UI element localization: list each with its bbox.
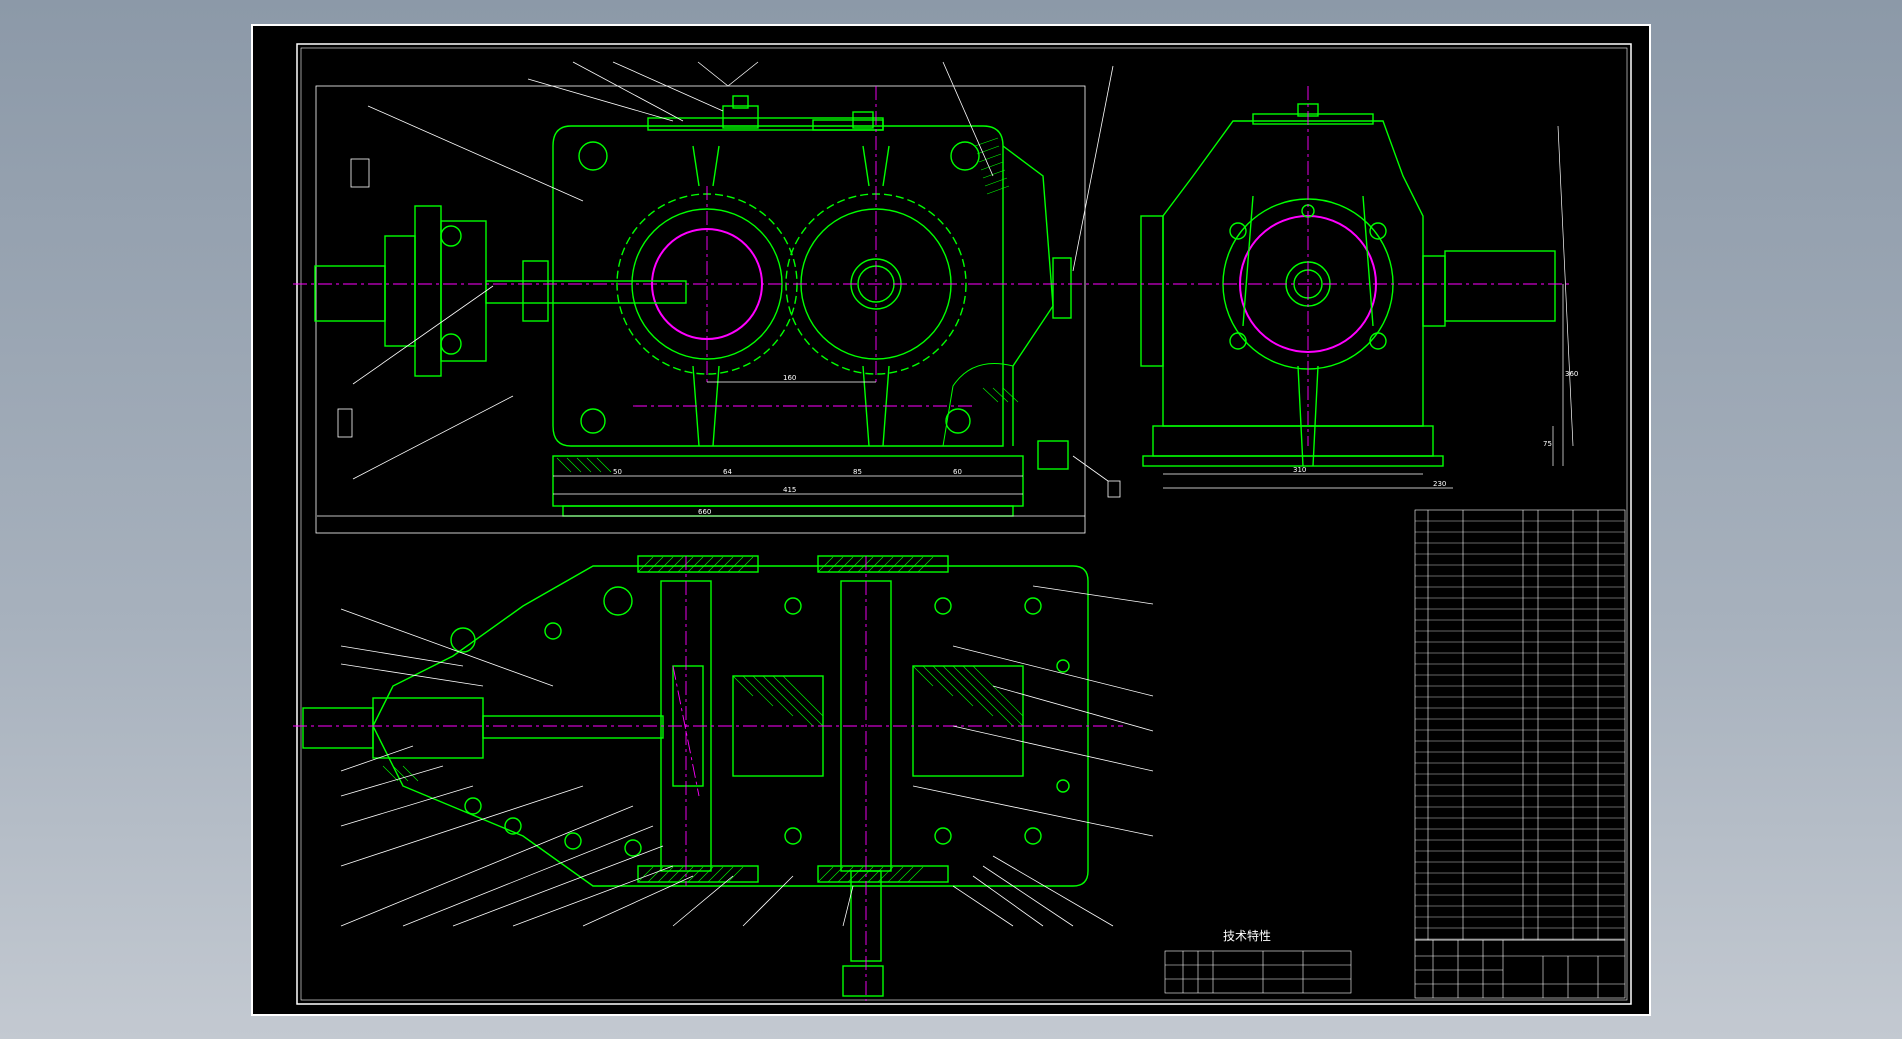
side-view	[1140, 103, 1556, 467]
dim-side-offset: 230	[1433, 480, 1446, 488]
dim-side-small: 75	[1543, 440, 1552, 448]
tech-spec-table	[1164, 950, 1352, 994]
section-view	[302, 555, 1089, 997]
dim-base-2: 64	[723, 468, 732, 476]
side-dimensions	[1163, 125, 1574, 489]
assembly-drawing: 660 415 160 50 64 85 60 310 230 360 75 技…	[293, 43, 1632, 1005]
dim-base-1: 50	[613, 468, 622, 476]
side-dimension-text: 310 230 360 75	[1293, 370, 1578, 488]
dim-side-height: 360	[1565, 370, 1578, 378]
dim-base-3: 85	[853, 468, 862, 476]
front-view-hatch	[556, 137, 1019, 473]
cad-viewer: 660 415 160 50 64 85 60 310 230 360 75 技…	[0, 0, 1902, 1039]
front-dimensions	[317, 381, 1085, 517]
title-block	[1414, 939, 1626, 999]
dim-center-distance: 160	[783, 374, 796, 382]
side-centerlines	[1123, 86, 1573, 446]
parts-list	[1414, 509, 1626, 941]
dim-side-width: 310	[1293, 466, 1306, 474]
parts-list-rows	[1415, 520, 1625, 940]
dim-top-sub: 415	[783, 486, 796, 494]
section-leaders	[340, 585, 1154, 927]
front-view	[314, 85, 1086, 534]
dim-top-overall: 660	[698, 508, 711, 516]
front-centerlines	[293, 86, 1123, 407]
drawing-sheet: 660 415 160 50 64 85 60 310 230 360 75 技…	[251, 24, 1651, 1016]
front-dimension-text: 660 415 160 50 64 85 60	[613, 374, 962, 516]
inner-frame	[296, 43, 1632, 1005]
technical-spec-title: 技术特性	[1223, 928, 1271, 943]
section-centerlines	[293, 556, 1123, 1001]
dim-base-4: 60	[953, 468, 962, 476]
